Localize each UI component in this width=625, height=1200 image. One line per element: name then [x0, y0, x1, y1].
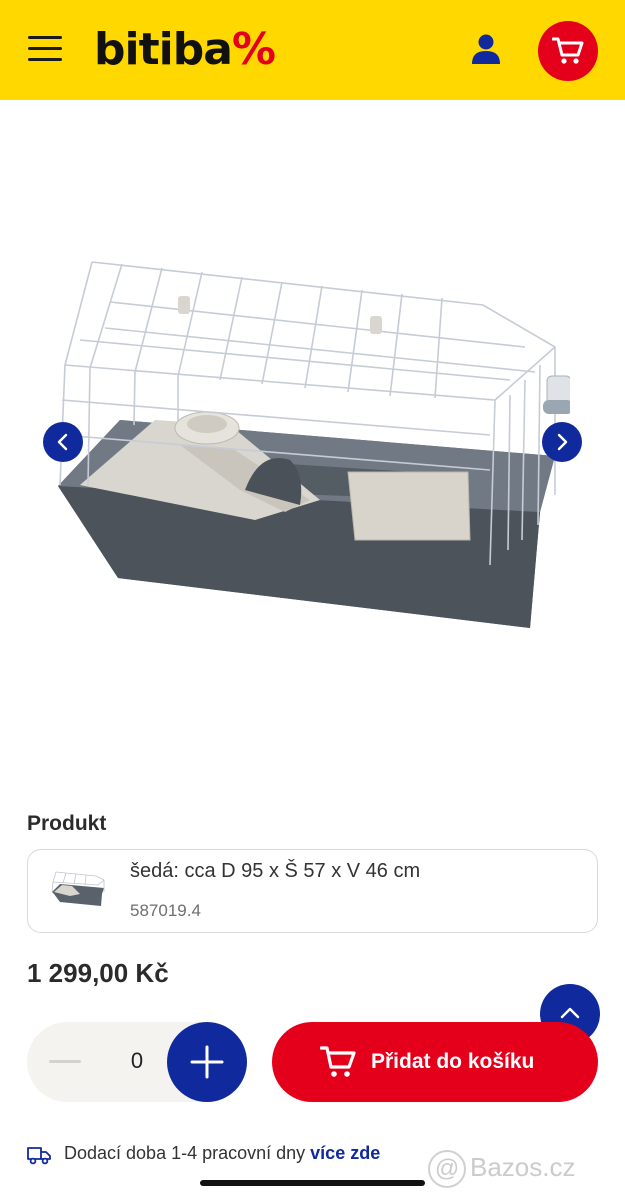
logo-percent-symbol: %: [231, 24, 276, 75]
quantity-increase-button[interactable]: [167, 1022, 247, 1102]
top-header: bitiba%: [0, 0, 625, 100]
variant-name: šedá: cca D 95 x Š 57 x V 46 cm: [130, 860, 421, 882]
cart-icon: [552, 37, 584, 64]
chevron-left-icon: [57, 433, 68, 451]
watermark-text: Bazos.cz: [470, 1152, 576, 1182]
quantity-value[interactable]: 0: [122, 1048, 152, 1074]
user-icon[interactable]: [466, 30, 506, 70]
gallery-prev-button[interactable]: [43, 422, 83, 462]
product-price: 1 299,00 Kč: [27, 958, 169, 988]
hamburger-menu-icon[interactable]: [28, 36, 64, 64]
product-variant-card[interactable]: šedá: cca D 95 x Š 57 x V 46 cm 587019.4: [27, 849, 598, 933]
delivery-truck-icon: [27, 1147, 51, 1165]
bazos-watermark: @ Bazos.cz: [428, 1150, 576, 1188]
logo-text: bitiba: [94, 24, 233, 75]
cart-icon: [320, 1046, 356, 1077]
home-indicator[interactable]: [200, 1180, 425, 1186]
product-image-gallery[interactable]: [0, 100, 625, 800]
add-to-cart-button[interactable]: Přidat do košíku: [272, 1022, 598, 1102]
variant-code: 587019.4: [130, 901, 201, 920]
plus-icon: [190, 1045, 224, 1079]
chevron-up-icon: [560, 1007, 580, 1019]
bitiba-logo[interactable]: bitiba%: [94, 22, 276, 78]
add-to-cart-label: Přidat do košíku: [371, 1050, 535, 1073]
delivery-more-link[interactable]: více zde: [310, 1143, 380, 1163]
gallery-next-button[interactable]: [542, 422, 582, 462]
cart-button[interactable]: [538, 21, 598, 81]
delivery-text: Dodací doba 1-4 pracovní dny: [64, 1143, 306, 1163]
rabbit-cage-photo: [58, 261, 570, 628]
quantity-decrease-button[interactable]: [49, 1060, 81, 1063]
chevron-right-icon: [557, 433, 568, 451]
watermark-at-symbol: @: [428, 1150, 466, 1188]
quantity-stepper: 0: [27, 1022, 247, 1102]
variant-thumbnail: [51, 871, 105, 906]
product-section-title: Produkt: [27, 812, 107, 835]
